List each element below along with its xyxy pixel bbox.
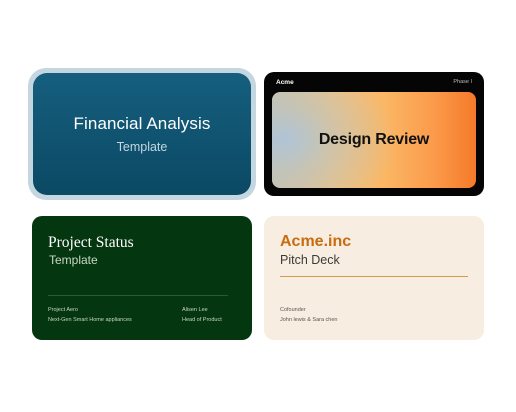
template-card-financial-analysis-preview: Financial Analysis Template — [33, 73, 251, 195]
role-label: Cofounder — [280, 307, 306, 313]
template-card-subtitle: Pitch Deck — [280, 253, 340, 267]
template-gallery: Financial Analysis Template Acme Phase I… — [0, 0, 516, 412]
founder-names: John lewis & Sara chen — [280, 317, 338, 323]
brand-label: Acme — [276, 79, 294, 86]
gradient-panel: Design Review — [272, 92, 476, 188]
template-card-design-review[interactable]: Acme Phase I Design Review — [264, 72, 484, 196]
divider — [48, 295, 228, 296]
template-card-title: Project Status — [48, 234, 134, 251]
project-description: Next-Gen Smart Home appliances — [48, 317, 132, 323]
project-label: Project Aero — [48, 307, 78, 313]
template-card-acme-pitch-deck[interactable]: Acme.inc Pitch Deck Cofounder John lewis… — [264, 216, 484, 340]
template-card-financial-analysis[interactable]: Financial Analysis Template — [28, 68, 256, 200]
template-card-project-status[interactable]: Project Status Template Project Aero Nex… — [32, 216, 252, 340]
template-card-title: Financial Analysis — [73, 114, 211, 133]
template-card-subtitle: Template — [49, 253, 98, 267]
person-role: Head of Product — [182, 317, 222, 323]
template-card-subtitle: Template — [116, 140, 168, 154]
template-card-title: Acme.inc — [280, 233, 352, 250]
template-card-title: Design Review — [318, 131, 430, 148]
phase-label: Phase I — [453, 79, 472, 85]
divider — [280, 276, 468, 277]
person-name: Alisen Lee — [182, 307, 208, 313]
